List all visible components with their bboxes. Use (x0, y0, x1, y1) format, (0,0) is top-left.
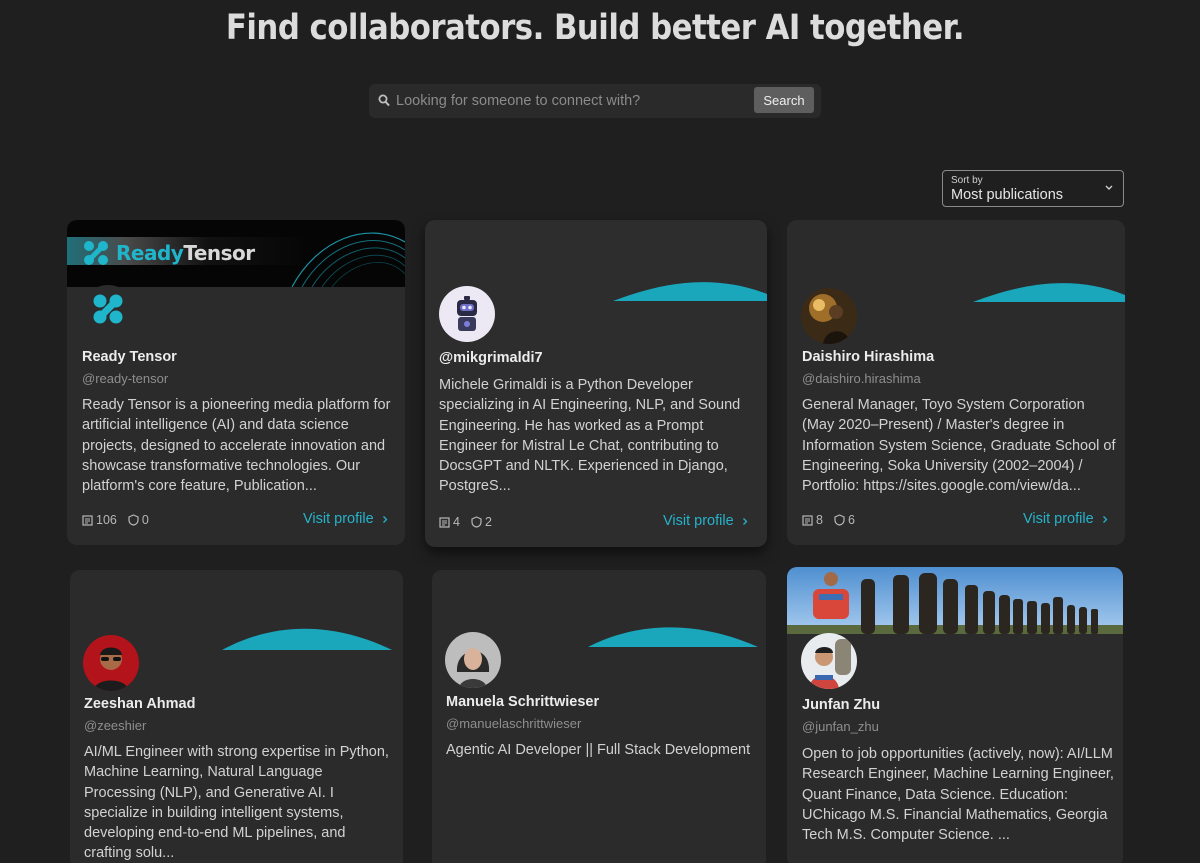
badge-count: 2 (484, 515, 492, 529)
sort-label: Sort by (951, 175, 983, 186)
publication-icon (82, 514, 93, 526)
profile-card[interactable]: Daishiro Hirashima @daishiro.hirashima G… (787, 220, 1125, 545)
person-photo-icon (445, 632, 501, 688)
wave-decoration (973, 283, 1125, 302)
profile-bio: General Manager, Toyo System Corporation… (802, 397, 1116, 495)
profile-bio: Agentic AI Developer || Full Stack Devel… (446, 742, 751, 758)
profile-stats: 8 6 (802, 513, 861, 527)
wave-decoration (613, 282, 767, 301)
chevron-right-icon (742, 517, 748, 525)
avatar[interactable] (83, 635, 139, 691)
person-photo-icon (801, 288, 857, 344)
avatar[interactable] (801, 633, 857, 689)
wave-decoration (222, 628, 392, 650)
profile-bio: Open to job opportunities (actively, now… (802, 746, 1114, 844)
profile-name: Ready Tensor (82, 349, 177, 365)
chevron-right-icon (1102, 515, 1108, 523)
profile-name: Manuela Schrittwieser (446, 694, 600, 710)
profile-stats: 106 0 (82, 513, 155, 527)
visit-profile-link[interactable]: Visit profile (303, 511, 388, 527)
person-photo-icon (83, 635, 139, 691)
visit-profile-link[interactable]: Visit profile (1023, 511, 1108, 527)
profile-card[interactable]: Zeeshan Ahmad @zeeshier AI/ML Engineer w… (70, 570, 403, 863)
profile-card[interactable]: Junfan Zhu @junfan_zhu Open to job oppor… (787, 567, 1123, 863)
profile-bio: Ready Tensor is a pioneering media platf… (82, 397, 391, 495)
chevron-right-icon (382, 515, 388, 523)
visit-profile-label: Visit profile (663, 513, 734, 529)
search-icon (378, 94, 390, 107)
avatar[interactable] (445, 632, 501, 688)
profile-handle: @ready-tensor (82, 371, 169, 386)
profile-handle: @zeeshier (84, 718, 147, 733)
badge-icon (471, 516, 482, 528)
sort-select[interactable]: Sort by Most publications (942, 170, 1124, 207)
ready-tensor-logo-icon (84, 241, 108, 265)
avatar[interactable] (439, 286, 495, 342)
ready-tensor-logo-icon (93, 294, 123, 324)
visit-profile-label: Visit profile (1023, 511, 1094, 527)
profile-name: Zeeshan Ahmad (84, 696, 196, 712)
badge-icon (834, 514, 845, 526)
page-title: Find collaborators. Build better AI toge… (225, 8, 965, 48)
visit-profile-label: Visit profile (303, 511, 374, 527)
profile-handle: @junfan_zhu (802, 719, 879, 734)
publication-count: 4 (453, 515, 460, 529)
robot-avatar-icon (457, 296, 477, 331)
profile-handle: @manuelaschrittwieser (446, 716, 582, 731)
publication-icon (802, 514, 813, 526)
banner-image (787, 567, 1123, 634)
person-photo-icon (801, 633, 857, 689)
badge-count: 6 (847, 513, 855, 527)
banner-brand-ready: Ready (116, 241, 184, 265)
publication-icon (439, 516, 450, 528)
badge-icon (128, 514, 139, 526)
wave-decoration (588, 627, 758, 647)
publication-count: 8 (816, 513, 823, 527)
search-input[interactable] (396, 86, 746, 116)
avatar[interactable] (80, 285, 136, 341)
avatar[interactable] (801, 288, 857, 344)
search-button[interactable]: Search (754, 87, 814, 113)
profile-bio: AI/ML Engineer with strong expertise in … (84, 744, 389, 862)
badge-count: 0 (141, 513, 149, 527)
banner-logo: ReadyTensor (82, 240, 255, 266)
sort-value: Most publications (951, 187, 1064, 203)
profile-name: Junfan Zhu (802, 697, 881, 713)
profile-card[interactable]: @mikgrimaldi7 Michele Grimaldi is a Pyth… (425, 220, 767, 547)
profile-handle: @daishiro.hirashima (802, 371, 921, 386)
profile-bio: Michele Grimaldi is a Python Developer s… (439, 377, 741, 495)
profile-name: @mikgrimaldi7 (439, 350, 543, 366)
profile-card[interactable]: Manuela Schrittwieser @manuelaschrittwie… (432, 570, 766, 863)
profile-name: Daishiro Hirashima (802, 349, 935, 365)
profile-card[interactable]: ReadyTensor Ready Tensor @ready-tensor R… (67, 220, 405, 545)
chevron-down-icon (1105, 185, 1113, 190)
visit-profile-link[interactable]: Visit profile (663, 513, 748, 529)
banner-brand-tensor: Tensor (183, 241, 255, 265)
profile-stats: 4 2 (439, 515, 498, 529)
publication-count: 106 (96, 513, 117, 527)
